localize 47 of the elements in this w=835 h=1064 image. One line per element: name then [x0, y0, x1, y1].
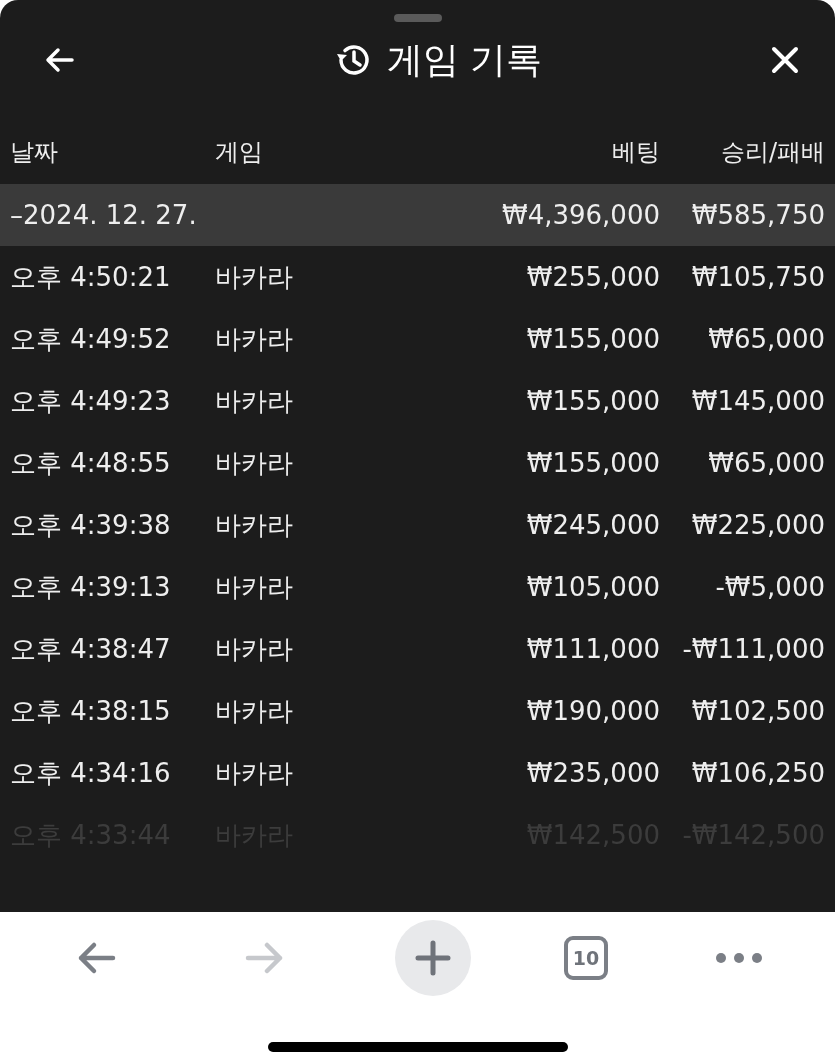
- table-cell-text: 바카라: [215, 632, 294, 666]
- column-header[interactable]: 베팅: [400, 136, 660, 168]
- table-cell-text: 바카라: [215, 322, 294, 356]
- table-cell-text: ₩245,000: [525, 510, 660, 540]
- table-cell-text: ₩155,000: [525, 386, 660, 416]
- table-cell-text: 오후 4:38:15: [10, 694, 172, 728]
- table-cell-text: ₩190,000: [525, 696, 660, 726]
- table-cell-text: ₩65,000: [707, 324, 825, 354]
- table-cell-text: ₩111,000: [525, 634, 660, 664]
- table-cell-text: ₩65,000: [707, 448, 825, 478]
- tab-count-button[interactable]: 10: [564, 936, 609, 980]
- table-cell-text: ₩105,750: [690, 262, 825, 292]
- window-title: 게임 기록: [386, 37, 543, 82]
- date-group-row[interactable]: –2024. 12. 27. ₩4,396,000 ₩585,750: [0, 184, 835, 246]
- table-cell-text: 바카라: [215, 508, 294, 542]
- table-cell-text: ₩105,000: [525, 572, 660, 602]
- table-cell-text: 바카라: [215, 260, 294, 294]
- table-cell-text: 오후 4:49:52: [10, 322, 172, 356]
- column-header[interactable]: 날짜: [10, 136, 215, 168]
- table-cell-text: 오후 4:34:16: [10, 756, 172, 790]
- table-cell-text: 바카라: [215, 384, 294, 418]
- table-cell-text: 오후 4:49:23: [10, 384, 172, 418]
- table-cell-text: ₩225,000: [690, 510, 825, 540]
- table-cell-text: 바카라: [215, 694, 294, 728]
- table-cell-text: ₩155,000: [525, 324, 660, 354]
- table-cell-text: 오후 4:39:13: [10, 570, 172, 604]
- table-cell-text: ₩102,500: [690, 696, 825, 726]
- table-cell-text: -₩111,000: [681, 634, 825, 664]
- table-cell-text: 오후 4:39:38: [10, 508, 172, 542]
- table-cell-text: ₩106,250: [690, 758, 825, 788]
- table-cell-text: ₩585,750: [690, 200, 825, 230]
- column-header[interactable]: 승리/패배: [660, 136, 825, 168]
- table-cell-text: 오후 4:48:55: [10, 446, 172, 480]
- table-cell-text: ₩145,000: [690, 386, 825, 416]
- table-cell-text: –2024. 12. 27.: [10, 200, 198, 230]
- table-cell-text: ₩155,000: [525, 448, 660, 478]
- table-cell-text: 바카라: [215, 756, 294, 790]
- table-cell-text: -₩5,000: [714, 572, 825, 602]
- table-cell-text: 오후 4:38:47: [10, 632, 172, 666]
- drag-handle[interactable]: [394, 14, 442, 22]
- table-cell-text: 바카라: [215, 570, 294, 604]
- table-cell-text: 오후 4:50:21: [10, 260, 172, 294]
- table-cell-text: ₩255,000: [525, 262, 660, 292]
- table-cell-text: ₩4,396,000: [500, 200, 660, 230]
- table-cell-text: 바카라: [215, 446, 294, 480]
- table-cell-text: ₩235,000: [525, 758, 660, 788]
- column-header[interactable]: 게임: [215, 136, 400, 168]
